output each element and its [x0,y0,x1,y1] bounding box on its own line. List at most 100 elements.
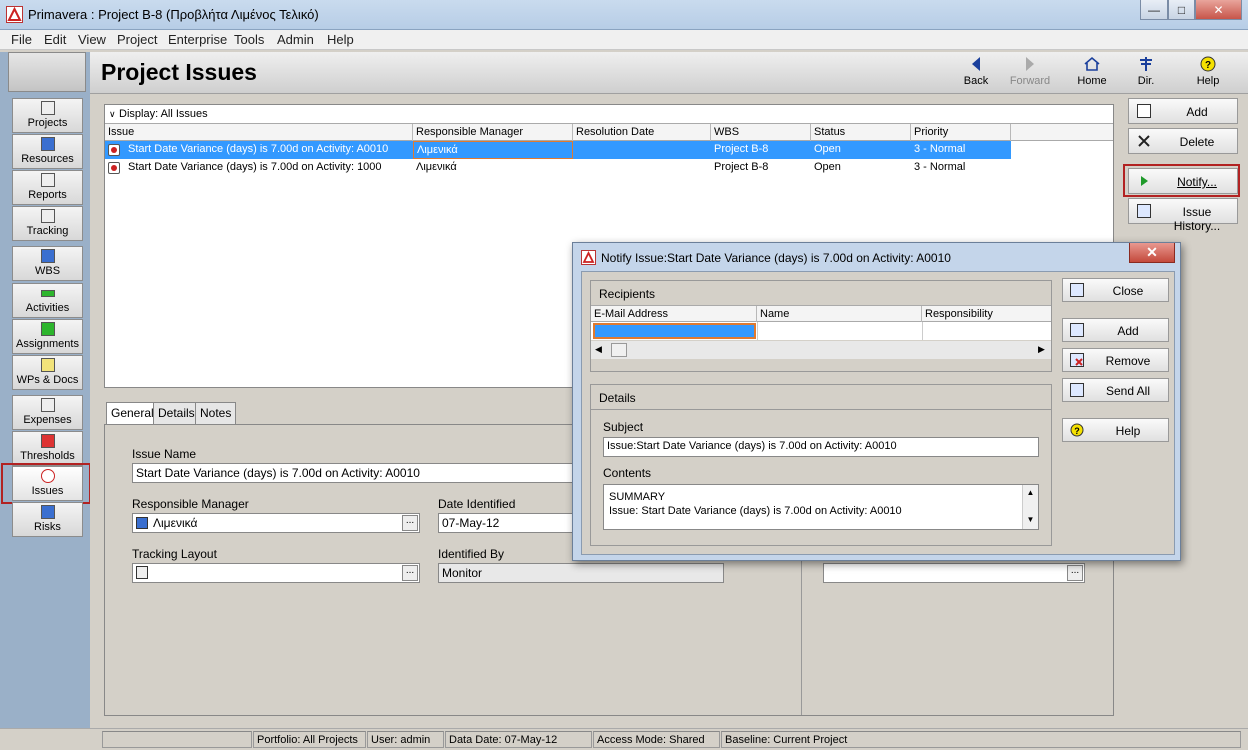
recipients-label: Recipients [599,287,656,301]
horizontal-scrollbar[interactable]: ◀ ▶ [591,341,1051,359]
vertical-scrollbar[interactable]: ▲ ▼ [1022,485,1038,529]
date-identified-field[interactable]: 07-May-12 [438,513,578,533]
sidebar-item-assignments[interactable]: Assignments [12,319,83,354]
menu-file[interactable]: File [11,32,32,47]
menu-admin[interactable]: Admin [277,32,314,47]
sidebar-item-risks[interactable]: Risks [12,502,83,537]
scroll-thumb[interactable] [611,343,627,357]
add-recipient-button[interactable]: Add [1062,318,1169,342]
right-panel-browse-button[interactable]: ... [1067,565,1083,581]
menu-help[interactable]: Help [327,32,354,47]
sidebar-item-activities[interactable]: Activities [12,283,83,318]
sidebar-item-thresholds[interactable]: Thresholds [12,431,83,466]
column-header-wbs[interactable]: WBS [711,124,811,141]
cell-wbs: Project B-8 [714,143,769,155]
scroll-right-icon[interactable]: ▶ [1038,344,1045,355]
responsible-manager-field[interactable]: Λιμενικά [132,513,420,533]
scroll-up-icon[interactable]: ▲ [1023,488,1038,497]
remove-recipient-button[interactable]: Remove [1062,348,1169,372]
issue-history-button[interactable]: Issue History... [1128,198,1238,233]
tracking-layout-browse-button[interactable]: ... [402,565,418,581]
sidebar-item-wbs[interactable]: WBS [12,246,83,281]
home-button[interactable]: Home [1064,55,1120,87]
menu-view[interactable]: View [78,32,106,47]
home-icon [1064,55,1120,73]
responsible-manager-label: Responsible Manager [132,497,249,511]
contents-textarea[interactable]: SUMMARY Issue: Start Date Variance (days… [603,484,1039,530]
sidebar-item-resources[interactable]: Resources [12,134,83,169]
column-header-responsibility[interactable]: Responsibility [922,306,1051,323]
add-icon [1137,104,1151,118]
delete-issue-button[interactable]: Delete [1128,128,1238,154]
send-all-button[interactable]: Send All [1062,378,1169,402]
thresholds-icon [40,434,55,448]
tracking-layout-field[interactable] [132,563,420,583]
sidebar-header [8,52,86,92]
sidebar-item-reports[interactable]: Reports [12,170,83,205]
sidebar-item-label: Reports [28,189,67,201]
column-header-issue[interactable]: Issue [105,124,413,141]
dialog-help-button[interactable]: ? Help [1062,418,1169,442]
cell-resolution-date [573,159,711,177]
tab-general[interactable]: General [106,402,159,424]
back-button[interactable]: Back [948,55,1004,87]
menu-edit[interactable]: Edit [44,32,66,47]
display-filter[interactable]: ∨ Display: All Issues [109,108,208,120]
chevron-down-icon: ∨ [109,109,116,119]
issues-highlight-box [1,463,91,504]
column-header-status[interactable]: Status [811,124,911,141]
column-header-priority[interactable]: Priority [911,124,1011,141]
menu-project[interactable]: Project [117,32,157,47]
close-dialog-button[interactable]: Close [1062,278,1169,302]
status-user: User: admin [367,731,444,748]
table-row[interactable]: Start Date Variance (days) is 7.00d on A… [105,141,1011,159]
issue-history-label: Issue History... [1173,205,1221,233]
right-panel-field[interactable] [823,563,1085,583]
forward-button[interactable]: Forward [1002,55,1058,87]
column-header-responsible-manager[interactable]: Responsible Manager [413,124,573,141]
maximize-button[interactable]: □ [1168,0,1195,20]
sidebar-item-wps-docs[interactable]: WPs & Docs [12,355,83,390]
scroll-down-icon[interactable]: ▼ [1023,515,1038,524]
menu-bar: File Edit View Project Enterprise Tools … [0,30,1248,50]
cell-divider [922,322,923,340]
tab-notes[interactable]: Notes [195,402,237,424]
add-recipient-icon [1070,323,1084,337]
issue-flag-icon [108,144,120,156]
help-nav-button[interactable]: ? Help [1180,55,1236,87]
window-close-button[interactable]: ✕ [1195,0,1242,20]
sidebar-item-tracking[interactable]: Tracking [12,206,83,241]
table-row[interactable]: Start Date Variance (days) is 7.00d on A… [105,159,1011,177]
column-header-resolution-date[interactable]: Resolution Date [573,124,711,141]
divider [591,409,1051,410]
subject-field[interactable]: Issue:Start Date Variance (days) is 7.00… [603,437,1039,457]
sidebar-item-label: WBS [34,265,61,277]
menu-tools[interactable]: Tools [234,32,264,47]
back-label: Back [963,75,989,87]
minimize-button[interactable]: — [1140,0,1168,20]
email-address-input[interactable] [593,323,756,339]
sidebar-item-projects[interactable]: Projects [12,98,83,133]
directory-icon [1118,55,1174,73]
cell-issue: Start Date Variance (days) is 7.00d on A… [128,161,382,173]
sidebar-item-label: Thresholds [20,450,75,462]
svg-text:?: ? [1074,426,1080,436]
details-label: Details [599,391,636,405]
scroll-left-icon[interactable]: ◀ [595,344,602,355]
column-header-email[interactable]: E-Mail Address [591,306,757,323]
column-header-name[interactable]: Name [757,306,922,323]
cell-status: Open [814,161,841,173]
add-issue-button[interactable]: Add [1128,98,1238,124]
tab-details[interactable]: Details [153,402,200,424]
sidebar-item-expenses[interactable]: Expenses [12,395,83,430]
remove-recipient-label: Remove [1105,354,1151,368]
sidebar-item-label: Assignments [16,338,79,350]
directory-button[interactable]: Dir. [1118,55,1174,87]
help-icon: ? [1180,55,1236,73]
manager-browse-button[interactable]: ... [402,515,418,531]
menu-enterprise[interactable]: Enterprise [168,32,227,47]
cell-divider [757,322,758,340]
issue-name-field[interactable]: Start Date Variance (days) is 7.00d on A… [132,463,602,483]
dialog-close-x-button[interactable]: ✕ [1129,243,1175,263]
recipient-row[interactable] [591,322,1051,340]
